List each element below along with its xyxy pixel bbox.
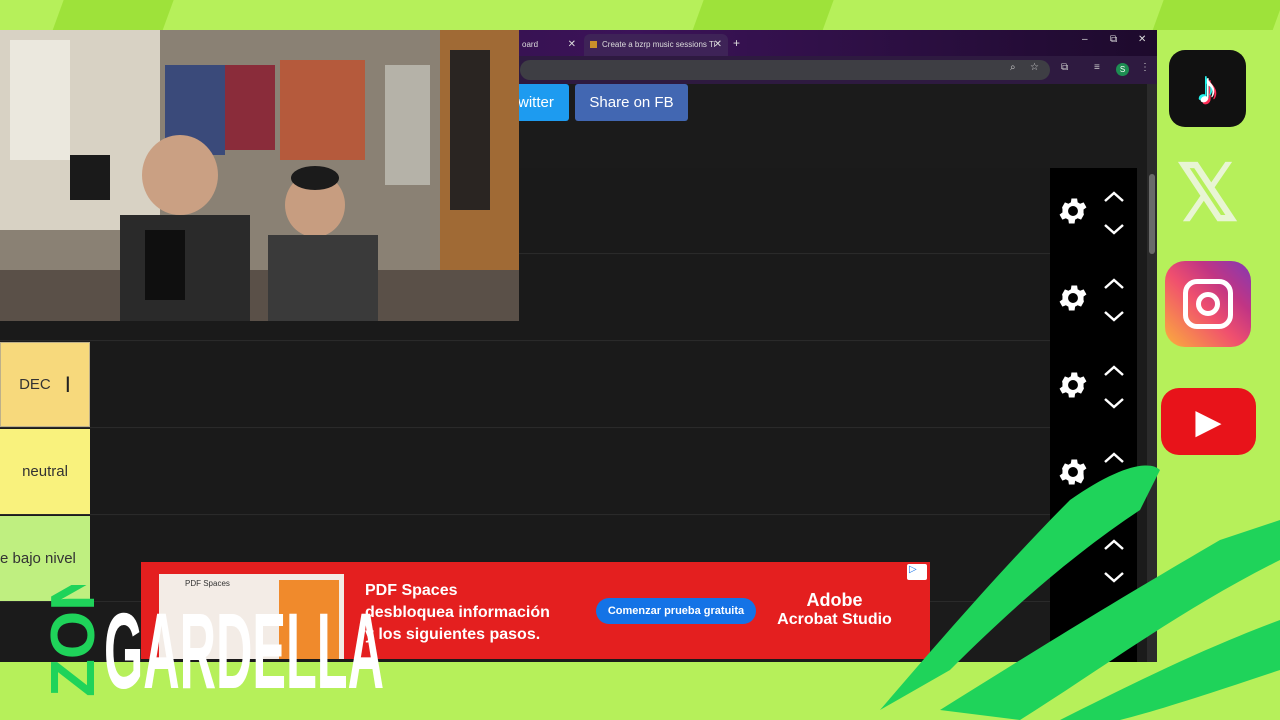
tier-label-text[interactable]: DEC (19, 376, 51, 393)
ad-line: desbloquea información (365, 604, 550, 621)
gear-icon[interactable] (1056, 281, 1090, 315)
channel-logo-gardella: GARDELLA (104, 590, 384, 698)
tab-label: Create a bzrp music sessions Ti (602, 40, 716, 49)
move-up-icon[interactable] (1102, 364, 1126, 378)
x-icon: 𝕏 (1176, 148, 1239, 237)
logo-word-zona: ZONA (39, 585, 104, 697)
tier-row: DEC Ι (0, 342, 1050, 428)
new-tab-icon[interactable]: + (733, 34, 740, 52)
webcam-feed (0, 30, 519, 321)
profile-avatar[interactable]: S (1116, 63, 1129, 76)
move-down-icon[interactable] (1102, 396, 1126, 410)
tab-tierlist-board[interactable]: oard ✕ (516, 34, 582, 56)
ad-text: PDF Spaces desbloquea información y los … (365, 580, 550, 646)
tab-label: oard (522, 40, 539, 49)
move-down-icon[interactable] (1102, 309, 1126, 323)
close-tab-icon[interactable]: ✕ (568, 34, 576, 56)
close-tab-icon[interactable]: ✕ (714, 34, 722, 56)
menu-kebab-icon[interactable]: ⋮ (1140, 62, 1150, 73)
ad-line: y los siguientes pasos. (365, 626, 541, 643)
ad-cta-button[interactable]: Comenzar prueba gratuita (596, 598, 756, 624)
move-up-icon[interactable] (1102, 190, 1126, 204)
move-down-icon[interactable] (1102, 222, 1126, 236)
brush-stroke-decoration (880, 465, 1280, 720)
scrollbar-thumb[interactable] (1149, 174, 1155, 254)
tier-label[interactable]: neutral (0, 429, 90, 514)
channel-logo-zona: ZONA (39, 585, 104, 697)
tier-controls (1050, 255, 1137, 341)
close-window-icon[interactable]: ✕ (1138, 34, 1146, 45)
text-cursor-icon: Ι (64, 371, 71, 397)
background-stripe (52, 0, 178, 30)
tier-label-text[interactable]: e bajo nivel (0, 550, 76, 567)
favicon-icon (590, 41, 597, 49)
instagram-icon (1165, 261, 1251, 347)
logo-word-gardella: GARDELLA (104, 590, 384, 698)
tier-label-text[interactable]: neutral (22, 463, 68, 480)
youtube-icon: ▶ (1161, 388, 1256, 455)
tier-label[interactable]: DEC Ι (0, 342, 90, 427)
share-facebook-button[interactable]: Share on FB (575, 84, 688, 121)
zoom-icon[interactable]: ⌕ (1010, 62, 1016, 73)
tier-controls (1050, 168, 1137, 254)
maximize-icon[interactable]: ⧉ (1110, 34, 1117, 45)
gear-icon[interactable] (1056, 368, 1090, 402)
background-stripe (1152, 0, 1280, 30)
webcam-scene (0, 30, 519, 321)
gear-icon[interactable] (1056, 194, 1090, 228)
media-icon[interactable]: ≡ (1094, 62, 1100, 73)
bookmark-star-icon[interactable]: ☆ (1030, 62, 1039, 73)
background-stripe (692, 0, 838, 30)
minimize-icon[interactable]: – (1082, 34, 1088, 45)
move-up-icon[interactable] (1102, 277, 1126, 291)
ad-headline: PDF Spaces (365, 582, 458, 599)
extensions-icon[interactable]: ⧉ (1061, 62, 1068, 73)
tiktok-icon: ♪ (1169, 50, 1246, 127)
tab-create-tierlist[interactable]: Create a bzrp music sessions Ti ✕ (584, 34, 728, 56)
tier-controls (1050, 342, 1137, 428)
url-field[interactable] (520, 60, 1050, 80)
